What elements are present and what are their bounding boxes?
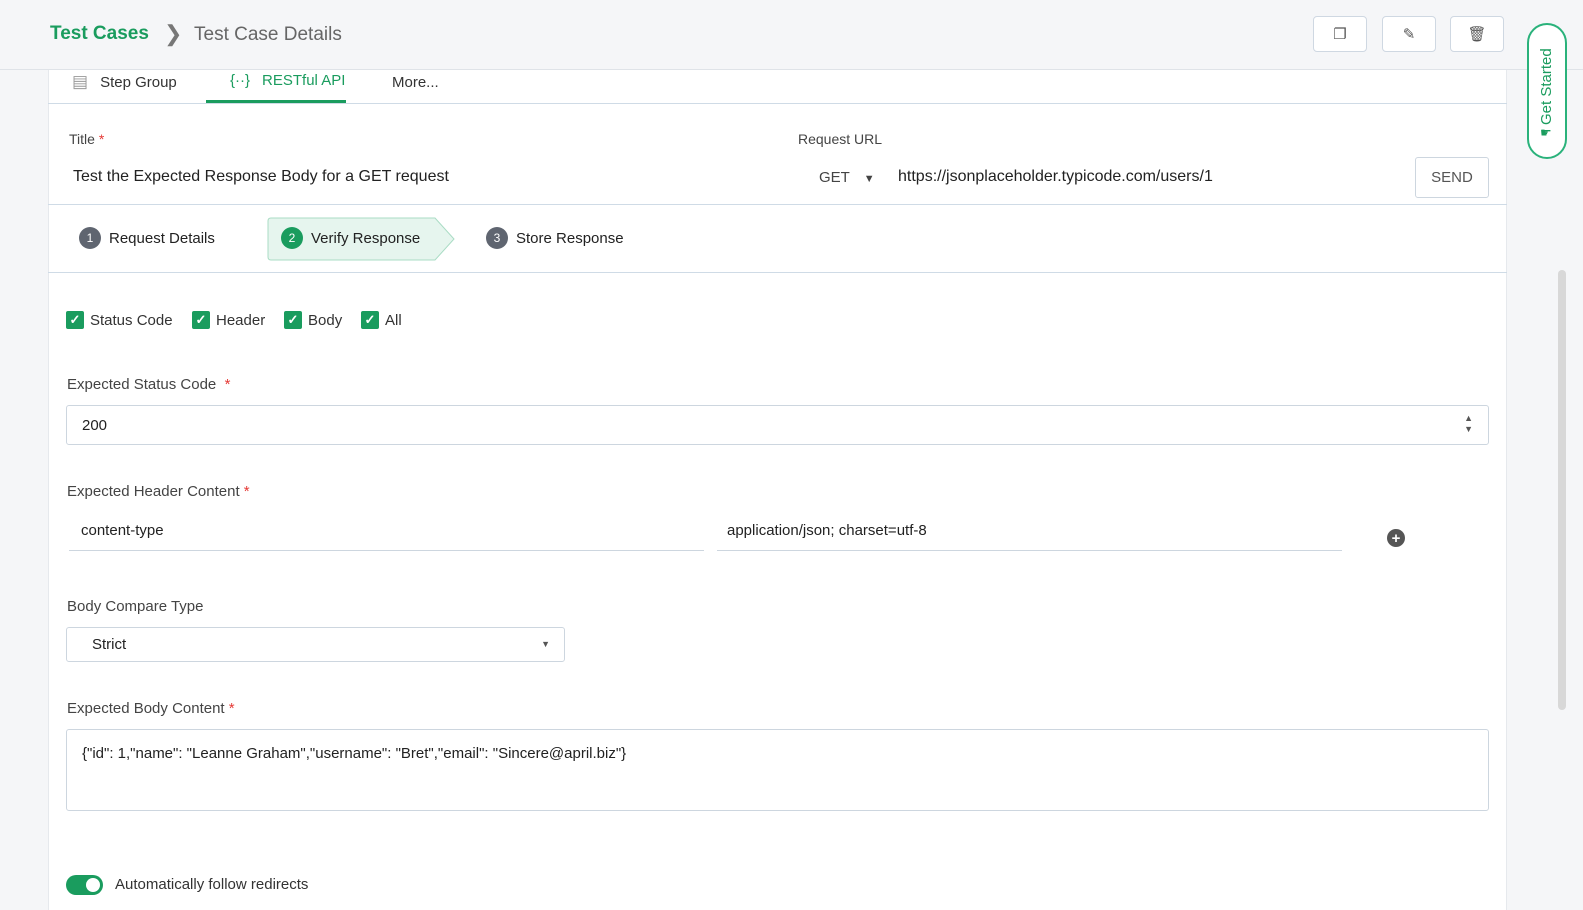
copy-button[interactable]: ❐ [1313,16,1367,52]
tab-more[interactable]: More... [392,74,439,91]
tab-restful-api[interactable]: {··} RESTful API [230,72,345,89]
breadcrumb-test-cases[interactable]: Test Cases [50,23,149,45]
method-select[interactable]: GET ▼ [819,169,875,186]
copy-icon: ❐ [1333,26,1347,43]
header-content-label: Expected Header Content * [67,483,250,500]
get-started-button[interactable]: Get Started ☛ [1527,23,1567,159]
check-icon: ✓ [284,311,302,329]
title-input[interactable]: Test the Expected Response Body for a GE… [73,168,773,186]
request-url-label: Request URL [798,131,883,147]
breadcrumb-current: Test Case Details [194,24,342,45]
caret-down-icon: ▼ [541,639,550,649]
status-code-input[interactable]: 200 ▲ ▼ [66,405,1489,445]
header-value-input[interactable]: application/json; charset=utf-8 [717,511,1342,551]
trash-icon: 🗑 [1467,26,1487,43]
edit-button[interactable]: ✎ [1382,16,1436,52]
title-label: Title * [69,131,105,147]
body-content-label: Expected Body Content * [67,700,235,717]
redirect-label: Automatically follow redirects [115,876,309,893]
checkbox-body[interactable]: ✓ Body [284,311,342,329]
url-input[interactable]: https://jsonplaceholder.typicode.com/use… [898,168,1213,186]
step-group-icon: ▤ [72,72,89,91]
checkbox-header[interactable]: ✓ Header [192,311,265,329]
chevron-right-icon: ❯ [164,21,183,46]
add-header-icon[interactable]: + [1387,529,1405,547]
braces-icon: {··} [230,72,251,89]
header-key-input[interactable]: content-type [69,511,704,551]
tab-step-group[interactable]: ▤ Step Group [72,72,177,92]
checkbox-status-code[interactable]: ✓ Status Code [66,311,173,329]
status-code-label: Expected Status Code * [67,376,231,393]
step-request-details[interactable]: 1 Request Details [79,227,215,249]
step-store-response[interactable]: 3 Store Response [486,227,624,249]
check-icon: ✓ [361,311,379,329]
delete-button[interactable]: 🗑 [1450,16,1504,52]
send-button[interactable]: SEND [1415,157,1489,198]
body-compare-label: Body Compare Type [67,598,204,615]
edit-icon: ✎ [1402,26,1416,43]
check-icon: ✓ [66,311,84,329]
hand-pointer-icon: ☛ [1540,125,1552,140]
scrollbar[interactable] [1558,270,1566,710]
body-content-textarea[interactable]: {"id": 1,"name": "Leanne Graham","userna… [66,729,1489,811]
redirect-toggle[interactable] [66,875,103,895]
active-tab-indicator [206,100,346,103]
check-icon: ✓ [192,311,210,329]
checkbox-all[interactable]: ✓ All [361,311,402,329]
body-compare-select[interactable]: Strict ▼ [66,627,565,662]
caret-down-icon: ▼ [863,173,875,185]
stepper-arrows-icon: ▲ ▼ [1464,413,1473,434]
step-verify-response[interactable]: 2 Verify Response [281,227,420,249]
